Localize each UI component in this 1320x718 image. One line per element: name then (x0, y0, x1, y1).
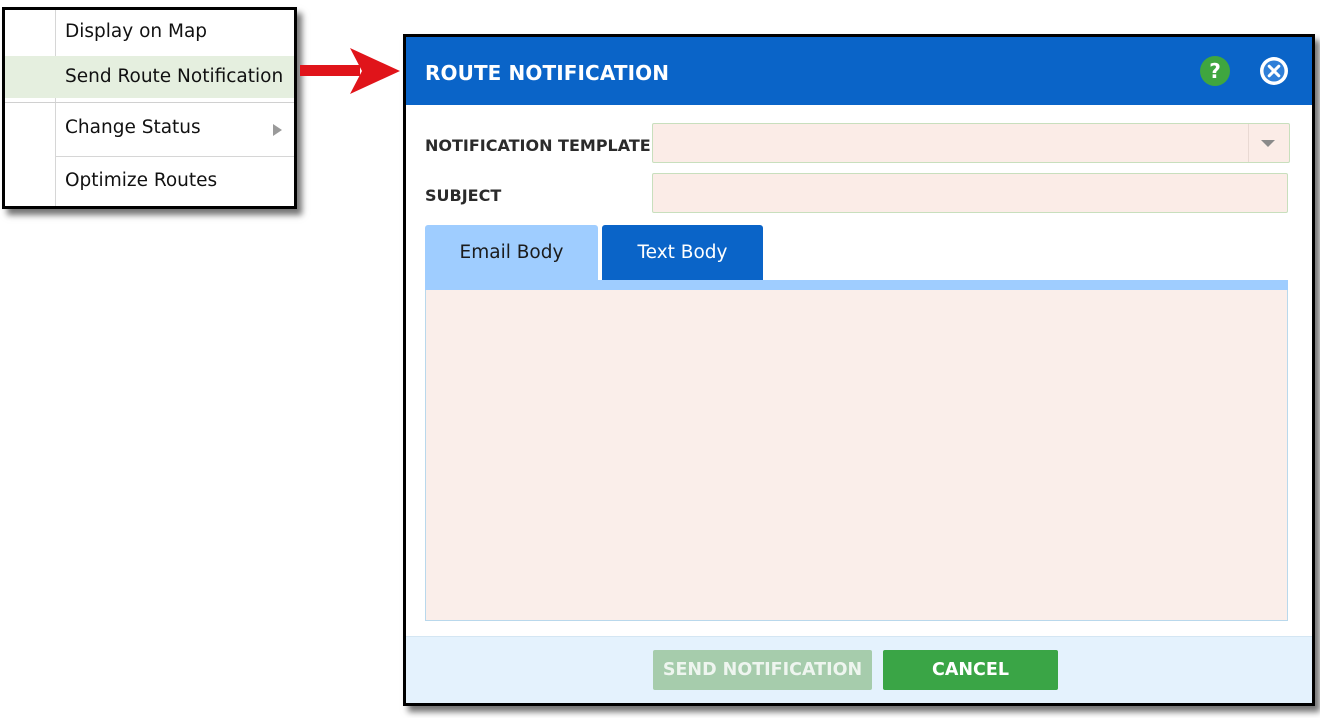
menu-item-change-status[interactable]: Change Status (5, 104, 294, 154)
menu-item-label: Send Route Notification (65, 66, 284, 87)
notification-template-select[interactable] (652, 123, 1290, 163)
menu-item-label: Display on Map (65, 21, 208, 42)
dialog-footer: SEND NOTIFICATION CANCEL (406, 636, 1312, 703)
select-divider (1248, 124, 1249, 162)
cancel-button[interactable]: CANCEL (883, 650, 1058, 690)
menu-item-optimize-routes[interactable]: Optimize Routes (5, 158, 294, 204)
tab-email-body[interactable]: Email Body (425, 225, 598, 280)
menu-item-send-route-notification[interactable]: Send Route Notification (5, 56, 294, 98)
help-icon[interactable]: ? (1200, 56, 1230, 86)
menu-separator (5, 102, 294, 103)
tab-text-body[interactable]: Text Body (602, 225, 763, 280)
email-body-editor[interactable] (425, 290, 1288, 621)
subject-label: SUBJECT (425, 186, 502, 205)
dialog-header: ROUTE NOTIFICATION ? (406, 37, 1312, 105)
help-icon-glyph: ? (1209, 59, 1221, 83)
chevron-down-icon[interactable] (1261, 140, 1275, 147)
menu-separator (55, 156, 294, 157)
menu-item-label: Optimize Routes (65, 170, 218, 191)
menu-item-display-on-map[interactable]: Display on Map (5, 10, 294, 54)
close-icon[interactable] (1260, 57, 1288, 85)
arrow-right-icon (300, 48, 400, 94)
route-notification-dialog: ROUTE NOTIFICATION ? NOTIFICATION TEMPLA… (403, 34, 1315, 706)
notification-template-label: NOTIFICATION TEMPLATE (425, 136, 651, 155)
menu-item-label: Change Status (65, 117, 201, 138)
submenu-arrow-icon (273, 124, 282, 136)
subject-input[interactable] (652, 173, 1288, 213)
context-menu: Display on Map Send Route Notification C… (2, 7, 297, 209)
tab-strip (425, 280, 1288, 290)
dialog-title: ROUTE NOTIFICATION (425, 61, 670, 85)
send-notification-button[interactable]: SEND NOTIFICATION (653, 650, 872, 690)
